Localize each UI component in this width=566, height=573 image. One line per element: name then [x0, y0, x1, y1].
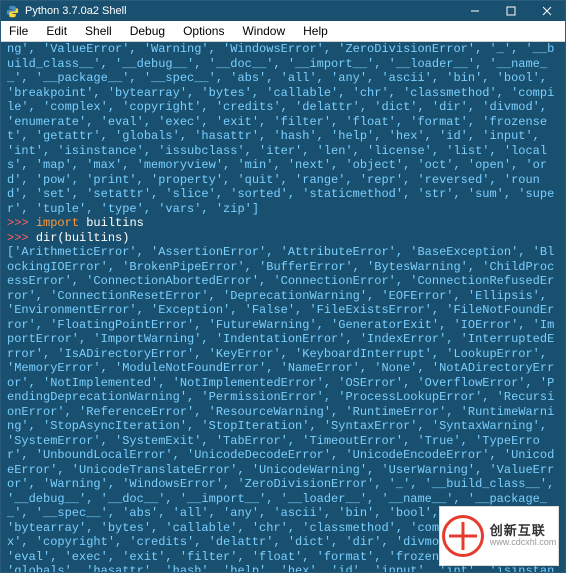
app-window: Python 3.7.0a2 Shell File Edit Shell Deb…: [0, 0, 566, 573]
window-title: Python 3.7.0a2 Shell: [25, 5, 457, 17]
minimize-button[interactable]: [457, 1, 493, 21]
watermark-text: 创新互联 www.cdcxhl.com: [490, 524, 557, 548]
prompt-icon: >>>: [7, 216, 36, 230]
menu-shell[interactable]: Shell: [81, 24, 116, 38]
menu-debug[interactable]: Debug: [126, 24, 169, 38]
python-icon: [5, 4, 19, 18]
watermark-logo: 创新互联 www.cdcxhl.com: [439, 506, 559, 566]
identifier-builtins: builtins: [79, 216, 144, 230]
arg-builtins: (builtins): [57, 231, 129, 245]
close-button[interactable]: [529, 1, 565, 21]
titlebar[interactable]: Python 3.7.0a2 Shell: [1, 1, 565, 21]
menu-file[interactable]: File: [5, 24, 32, 38]
menu-window[interactable]: Window: [238, 24, 289, 38]
menu-edit[interactable]: Edit: [42, 24, 71, 38]
console-area[interactable]: ng', 'ValueError', 'Warning', 'WindowsEr…: [1, 42, 565, 572]
menu-help[interactable]: Help: [299, 24, 332, 38]
maximize-button[interactable]: [493, 1, 529, 21]
keyword-import: import: [36, 216, 79, 230]
window-controls: [457, 1, 565, 21]
menubar: File Edit Shell Debug Options Window Hel…: [1, 21, 565, 42]
watermark-icon: [442, 515, 484, 557]
watermark-title: 创新互联: [490, 523, 546, 538]
prompt-icon: >>>: [7, 231, 36, 245]
call-dir: dir: [36, 231, 58, 245]
watermark-sub: www.cdcxhl.com: [490, 538, 557, 548]
console-output-top: ng', 'ValueError', 'Warning', 'WindowsEr…: [7, 42, 554, 216]
menu-options[interactable]: Options: [179, 24, 228, 38]
